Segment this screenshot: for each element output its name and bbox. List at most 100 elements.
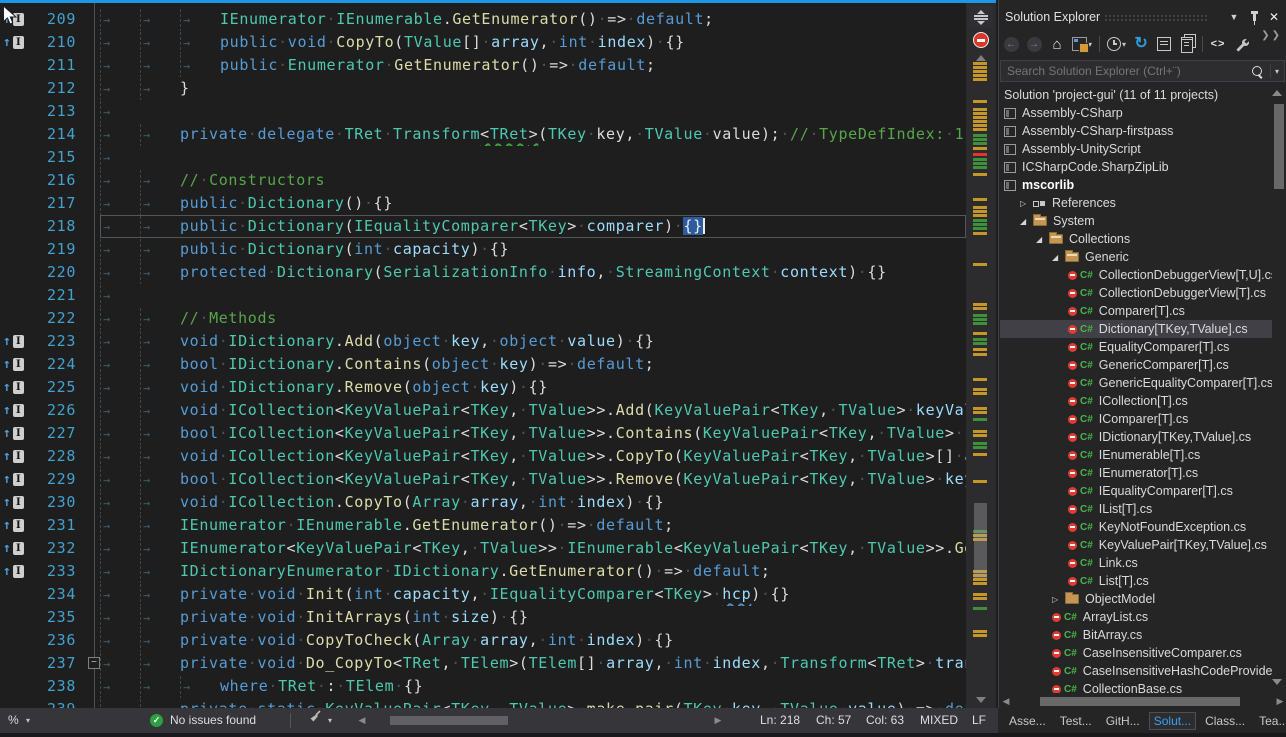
code-line[interactable]: ↑I224→→bool·IDictionary.Contains(object·… [0,353,966,376]
window-position-menu-button[interactable]: ▼ [1226,9,1242,25]
tree-item-references[interactable]: ▷References [1000,194,1272,212]
tree-item-mscorlib[interactable]: mscorlib [1000,176,1272,194]
tree-hscroll-thumb[interactable] [1040,697,1240,706]
tree-scrollbar-down-arrow[interactable] [1272,679,1282,685]
tree-item-ienumerable-t-cs[interactable]: C#IEnumerable[T].cs [1000,446,1272,464]
pin-panel-button[interactable] [1246,9,1262,25]
tree-item-link-cs[interactable]: C#Link.cs [1000,554,1272,572]
zoom-level[interactable]: % [8,708,19,733]
scrollbar-thumb[interactable] [974,503,987,578]
code-line[interactable]: 214→→private·delegate·TRet·Transform<TRe… [0,123,966,146]
back-button[interactable]: ← [1003,35,1019,53]
implements-arrow-icon[interactable]: ↑ [3,404,11,417]
code-line[interactable]: ↑I225→→void·IDictionary.Remove(object·ke… [0,376,966,399]
tree-item-idictionary-tkey-tvalue-cs[interactable]: C#IDictionary[TKey,TValue].cs [1000,428,1272,446]
search-input[interactable] [1001,64,1252,78]
close-panel-button[interactable]: ✕ [1266,9,1282,25]
split-editor-handle-icon[interactable] [969,6,993,28]
tree-item-assembly-unityscript[interactable]: Assembly-UnityScript [1000,140,1272,158]
implements-arrow-icon[interactable]: ↑ [3,565,11,578]
expanded-arrow-icon[interactable]: ◢ [1020,217,1033,226]
tree-item-keyvaluepair-tkey-tvalue-cs[interactable]: C#KeyValuePair[TKey,TValue].cs [1000,536,1272,554]
interface-glyph-icon[interactable]: I [13,450,24,463]
code-line[interactable]: ↑I229→→bool·ICollection<KeyValuePair<TKe… [0,468,966,491]
code-line[interactable]: 235→→private·void·InitArrays(int·size)·{… [0,606,966,629]
tree-item-collectiondebuggerview-t-u-cs[interactable]: C#CollectionDebuggerView[T,U].cs [1000,266,1272,284]
switch-views-button[interactable]: ▾ [1072,35,1092,53]
interface-glyph-icon[interactable]: I [13,381,24,394]
panel-tab-asse[interactable]: Asse... [1004,712,1051,730]
code-line[interactable]: −237→→private·void·Do_CopyTo<TRet,·TElem… [0,652,966,675]
zoom-dropdown-icon[interactable]: ▾ [26,708,30,733]
interface-glyph-icon[interactable]: I [13,565,24,578]
properties-button[interactable] [1233,35,1249,53]
code-line[interactable]: 212→→} [0,77,966,100]
tree-item-list-t-cs[interactable]: C#List[T].cs [1000,572,1272,590]
interface-glyph-icon[interactable]: I [13,473,24,486]
implements-arrow-icon[interactable]: ↑ [3,473,11,486]
tree-item-system[interactable]: ◢System [1000,212,1272,230]
broom-dropdown-icon[interactable]: ▾ [328,708,332,733]
editor-horizontal-scrollbar[interactable]: ◀ ▶ [356,715,724,726]
toolbar-overflow-button[interactable]: ❯❯ [1261,30,1282,41]
collapsed-arrow-icon[interactable]: ▷ [1020,199,1033,208]
refresh-button[interactable]: ↻ [1133,35,1149,53]
scrollbar-down-arrow[interactable] [976,697,986,703]
collapse-all-button[interactable] [1156,35,1172,53]
expanded-arrow-icon[interactable]: ◢ [1036,235,1049,244]
implements-arrow-icon[interactable]: ↑ [3,450,11,463]
tree-item-genericcomparer-t-cs[interactable]: C#GenericComparer[T].cs [1000,356,1272,374]
code-line[interactable]: 220→→protected·Dictionary(SerializationI… [0,261,966,284]
hscroll-thumb[interactable] [390,716,508,725]
implements-arrow-icon[interactable]: ↑ [3,335,11,348]
search-options-dropdown[interactable]: ▾ [1275,67,1279,76]
tree-item-dictionary-tkey-tvalue-cs[interactable]: C#Dictionary[TKey,TValue].cs [1000,320,1272,338]
interface-glyph-icon[interactable]: I [13,335,24,348]
code-line[interactable]: 219→→public·Dictionary(int·capacity)·{} [0,238,966,261]
interface-glyph-icon[interactable]: I [13,427,24,440]
tree-item-caseinsensitivehashcodeprovider-cs[interactable]: C#CaseInsensitiveHashCodeProvider.cs [1000,662,1272,680]
tree-item-equalitycomparer-t-cs[interactable]: C#EqualityComparer[T].cs [1000,338,1272,356]
code-line[interactable]: ↑I232→→IEnumerator<KeyValuePair<TKey,·TV… [0,537,966,560]
code-line[interactable]: 234→→private·void·Init(int·capacity,·IEq… [0,583,966,606]
tree-item-ienumerator-t-cs[interactable]: C#IEnumerator[T].cs [1000,464,1272,482]
panel-tab-solut[interactable]: Solut... [1149,712,1196,730]
tree-item-assembly-csharp-firstpass[interactable]: Assembly-CSharp-firstpass [1000,122,1272,140]
implements-arrow-icon[interactable]: ↑ [3,381,11,394]
search-icon[interactable] [1252,66,1262,76]
scroll-left-arrow[interactable]: ◀ [356,715,368,726]
scrollbar-up-arrow[interactable] [976,55,986,61]
tree-scrollbar-thumb[interactable] [1274,104,1284,189]
preview-selected-items-button[interactable] [1179,35,1195,53]
hscroll-track[interactable] [368,716,712,725]
implements-arrow-icon[interactable]: ↑ [3,519,11,532]
implements-arrow-icon[interactable]: ↑ [3,542,11,555]
tree-item-genericequalitycomparer-t-cs[interactable]: C#GenericEqualityComparer[T].cs [1000,374,1272,392]
search-box[interactable]: ▾ [1000,60,1285,82]
tree-item-assembly-csharp[interactable]: Assembly-CSharp [1000,104,1272,122]
tree-item-comparer-t-cs[interactable]: C#Comparer[T].cs [1000,302,1272,320]
panel-tab-test[interactable]: Test... [1055,712,1097,730]
code-line[interactable]: ↑I226→→void·ICollection<KeyValuePair<TKe… [0,399,966,422]
code-line[interactable]: ↑I228→→void·ICollection<KeyValuePair<TKe… [0,445,966,468]
code-line[interactable]: 221→ [0,284,966,307]
home-button[interactable]: ⌂ [1049,35,1065,53]
tree-item-icollection-t-cs[interactable]: C#ICollection[T].cs [1000,392,1272,410]
tree-item-arraylist-cs[interactable]: C#ArrayList.cs [1000,608,1272,626]
collapse-region-button[interactable]: − [88,657,100,669]
editor-scrollbar[interactable] [966,3,996,708]
interface-glyph-icon[interactable]: I [13,519,24,532]
tree-item-ilist-t-cs[interactable]: C#IList[T].cs [1000,500,1272,518]
panel-tab-tea[interactable]: Tea... [1254,712,1286,730]
tree-hscroll-track[interactable] [1012,697,1274,706]
scroll-right-arrow[interactable]: ▶ [1274,695,1286,707]
file-status-error-icon[interactable] [973,32,989,48]
tree-item-objectmodel[interactable]: ▷ObjectModel [1000,590,1272,608]
implements-arrow-icon[interactable]: ↑ [3,36,11,49]
implements-arrow-icon[interactable]: ↑ [3,358,11,371]
scroll-left-arrow[interactable]: ◀ [1000,695,1012,707]
interface-glyph-icon[interactable]: I [13,404,24,417]
code-line[interactable]: ↑I231→→IEnumerator·IEnumerable.GetEnumer… [0,514,966,537]
tree-item-generic[interactable]: ◢Generic [1000,248,1272,266]
expanded-arrow-icon[interactable]: ◢ [1052,253,1065,262]
